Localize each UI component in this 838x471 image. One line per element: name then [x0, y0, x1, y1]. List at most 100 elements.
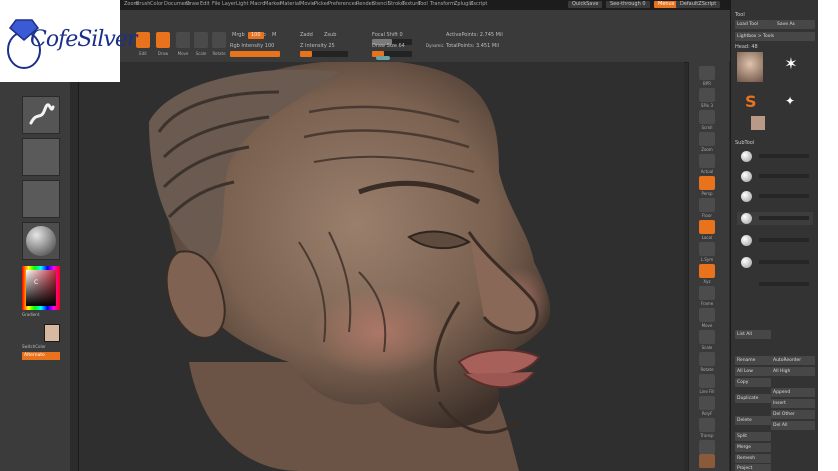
- shelf-collapse-handle[interactable]: [376, 56, 390, 60]
- rgb-intensity-slider[interactable]: [230, 51, 280, 57]
- zoom-button[interactable]: Zoom: [699, 132, 715, 152]
- rotate-button[interactable]: Rotate: [699, 352, 715, 372]
- local-button[interactable]: Local: [699, 220, 715, 240]
- menus-button[interactable]: Menus: [654, 1, 679, 8]
- ghost-button[interactable]: Ghost: [699, 440, 715, 460]
- copy-button[interactable]: Copy: [735, 378, 771, 387]
- scale-button[interactable]: Scale: [699, 330, 715, 350]
- mrgb-label[interactable]: Mrgb: [232, 32, 245, 38]
- menu-item[interactable]: Layer: [222, 1, 236, 7]
- subtool-slider[interactable]: [759, 260, 809, 264]
- rename-button[interactable]: Rename: [735, 356, 771, 365]
- menu-item[interactable]: Marker: [264, 1, 281, 7]
- menu-item[interactable]: Zscript: [470, 1, 487, 7]
- quicksave-button[interactable]: QuickSave: [568, 1, 603, 8]
- tool-header[interactable]: Tool: [735, 12, 745, 18]
- split-button[interactable]: Split: [735, 432, 771, 441]
- rgb-intensity-label[interactable]: Rgb Intensity 100: [230, 43, 274, 49]
- rgb-toggle[interactable]: 100: [248, 32, 264, 39]
- scroll-button[interactable]: Scroll: [699, 110, 715, 130]
- solo-button[interactable]: [699, 454, 715, 468]
- subtool-header[interactable]: SubTool: [735, 140, 754, 146]
- subtool-layer[interactable]: [737, 234, 813, 247]
- spix-button[interactable]: SPix 3: [699, 88, 715, 108]
- duplicate-button[interactable]: Duplicate: [735, 394, 771, 403]
- remesh-button[interactable]: Remesh: [735, 454, 771, 463]
- lightbox-tools-button[interactable]: Lightbox > Tools: [735, 32, 815, 41]
- sphere-tool-icon[interactable]: ✦: [785, 94, 799, 108]
- dynamic-toggle[interactable]: Dynamic: [426, 43, 444, 48]
- z-intensity-slider[interactable]: [300, 51, 348, 57]
- del-all-button[interactable]: Del All: [771, 421, 815, 430]
- menu-item[interactable]: File: [212, 1, 220, 7]
- bpr-button[interactable]: BPR: [699, 66, 715, 86]
- subtool-layer[interactable]: [737, 150, 813, 163]
- edit-mode-button[interactable]: Edit: [136, 32, 150, 56]
- menu-item[interactable]: Macro: [250, 1, 265, 7]
- stroke-selector[interactable]: [22, 138, 60, 176]
- subtool-layer[interactable]: [737, 256, 813, 269]
- menu-item[interactable]: Transform: [430, 1, 455, 7]
- star-tool-icon[interactable]: ✶: [781, 54, 801, 74]
- rotate-mode-button[interactable]: Rotate: [212, 32, 226, 56]
- simple-brush-icon[interactable]: S: [745, 92, 763, 111]
- subtool-layer[interactable]: [737, 190, 813, 203]
- color-picker[interactable]: C: [22, 266, 60, 310]
- lsym-button[interactable]: L.Sym: [699, 242, 715, 262]
- material-selector[interactable]: [22, 222, 60, 260]
- draw-size-label[interactable]: Draw Size 64: [372, 43, 405, 49]
- move-mode-button[interactable]: Move: [176, 32, 190, 56]
- m-label[interactable]: M: [272, 32, 276, 38]
- see-through-slider[interactable]: See-through 0: [606, 1, 650, 8]
- z-intensity-label[interactable]: Z Intensity 25: [300, 43, 335, 49]
- xyz-button[interactable]: Xyz: [699, 264, 715, 284]
- list-all-button[interactable]: List All: [735, 330, 771, 339]
- menu-item[interactable]: Tool: [418, 1, 428, 7]
- floor-button[interactable]: Floor: [699, 198, 715, 218]
- del-other-button[interactable]: Del Other: [771, 410, 815, 419]
- head-thumbnail[interactable]: [737, 52, 763, 82]
- line-fill-button[interactable]: Line Fill: [699, 374, 715, 394]
- all-low-button[interactable]: All Low: [735, 367, 771, 376]
- menu-item[interactable]: Movie: [300, 1, 315, 7]
- subtool-slider[interactable]: [759, 154, 809, 158]
- all-high-button[interactable]: All High: [771, 367, 815, 376]
- subtool-layer[interactable]: [737, 170, 813, 183]
- zadd-label[interactable]: Zadd: [300, 32, 313, 38]
- switch-color-label[interactable]: SwitchColor: [22, 344, 46, 349]
- menu-item[interactable]: Preferences: [328, 1, 357, 7]
- menu-item[interactable]: Edit: [200, 1, 210, 7]
- color-saturation-square[interactable]: [26, 270, 56, 306]
- menu-item[interactable]: Brush: [136, 1, 150, 7]
- menu-item[interactable]: Light: [236, 1, 248, 7]
- scale-mode-button[interactable]: Scale: [194, 32, 208, 56]
- menu-item[interactable]: Picker: [314, 1, 329, 7]
- alpha-selector[interactable]: [22, 180, 60, 218]
- gradient-label[interactable]: Gradient: [22, 312, 39, 317]
- brush-selector[interactable]: [22, 96, 60, 134]
- auto-reorder-button[interactable]: AutoReorder: [771, 356, 815, 365]
- polyf-button[interactable]: PolyF: [699, 396, 715, 416]
- zsub-label[interactable]: Zsub: [324, 32, 336, 38]
- menu-item[interactable]: Color: [150, 1, 163, 7]
- project-button[interactable]: Project: [735, 464, 771, 471]
- main-color-swatch[interactable]: [44, 324, 60, 342]
- small-head-thumbnail[interactable]: [751, 116, 765, 130]
- menu-item[interactable]: Material: [280, 1, 300, 7]
- append-button[interactable]: Append: [771, 388, 815, 397]
- load-tool-button[interactable]: Load Tool: [735, 20, 775, 29]
- default-zscript-button[interactable]: DefaultZScript: [676, 1, 721, 8]
- subtool-layer[interactable]: [737, 278, 813, 291]
- actual-button[interactable]: Actual: [699, 154, 715, 174]
- focal-shift-label[interactable]: Focal Shift 0: [372, 32, 403, 38]
- subtool-layer[interactable]: [737, 212, 813, 225]
- menu-item[interactable]: Draw: [186, 1, 199, 7]
- persp-button[interactable]: Persp: [699, 176, 715, 196]
- draw-mode-button[interactable]: Draw: [156, 32, 170, 56]
- frame-button[interactable]: Frame: [699, 286, 715, 306]
- insert-button[interactable]: Insert: [771, 399, 815, 408]
- subtool-slider[interactable]: [759, 238, 809, 242]
- transp-button[interactable]: Transp: [699, 418, 715, 438]
- subtool-slider[interactable]: [759, 194, 809, 198]
- delete-button[interactable]: Delete: [735, 416, 771, 425]
